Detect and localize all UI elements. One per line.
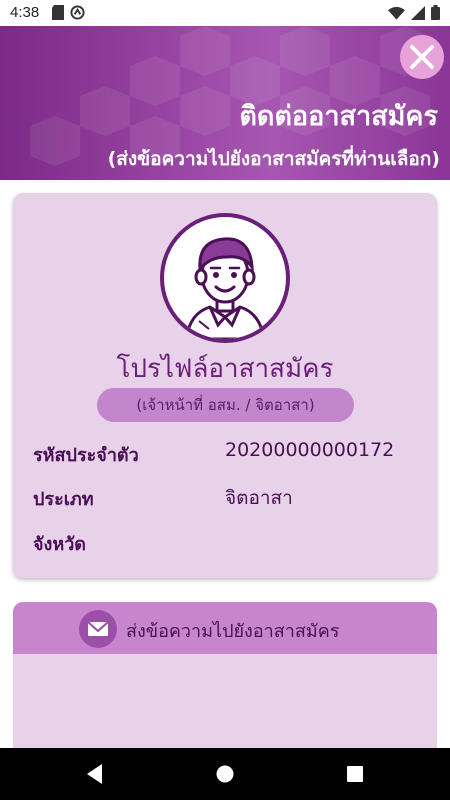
sync-icon <box>70 5 85 20</box>
type-value: จิตอาสา <box>225 487 293 509</box>
close-icon <box>410 45 434 69</box>
navigation-bar <box>0 748 450 800</box>
id-label: รหัสประจำตัว <box>33 445 139 466</box>
id-value: 20200000000172 <box>225 439 395 461</box>
send-message-label: ส่งข้อความไปยังอาสาสมัคร <box>126 621 340 642</box>
avatar-icon <box>184 237 266 339</box>
send-message-header[interactable]: ส่งข้อความไปยังอาสาสมัคร <box>13 602 437 654</box>
role-badge: (เจ้าหน้าที่ อสม. / จิตอาสา) <box>97 388 354 422</box>
recents-button[interactable] <box>344 762 366 790</box>
back-button[interactable] <box>84 762 106 790</box>
close-button[interactable] <box>400 35 444 79</box>
sd-card-icon <box>52 5 64 20</box>
avatar <box>160 213 290 343</box>
profile-title: โปรไฟล์อาสาสมัคร <box>116 354 334 384</box>
status-bar: 4:38 <box>0 0 450 26</box>
signal-icon <box>411 5 425 20</box>
mail-icon <box>87 621 109 636</box>
page-title: ติดต่ออาสาสมัคร <box>239 101 438 132</box>
battery-icon <box>431 5 440 20</box>
page-subtitle: (ส่งข้อความไปยังอาสาสมัครที่ท่านเลือก) <box>107 148 440 170</box>
recents-icon <box>347 766 363 782</box>
profile-card: โปรไฟล์อาสาสมัคร (เจ้าหน้าที่ อสม. / จิต… <box>13 193 437 578</box>
header: ติดต่ออาสาสมัคร (ส่งข้อความไปยังอาสาสมัค… <box>0 26 450 180</box>
wifi-icon <box>388 6 405 20</box>
back-icon <box>87 764 102 784</box>
type-label: ประเภท <box>33 489 94 510</box>
message-card: ส่งข้อความไปยังอาสาสมัคร <box>13 602 437 762</box>
home-button[interactable] <box>214 762 236 790</box>
status-time: 4:38 <box>10 4 40 21</box>
home-icon <box>216 765 234 783</box>
province-label: จังหวัด <box>33 534 86 555</box>
mail-button <box>79 610 117 648</box>
